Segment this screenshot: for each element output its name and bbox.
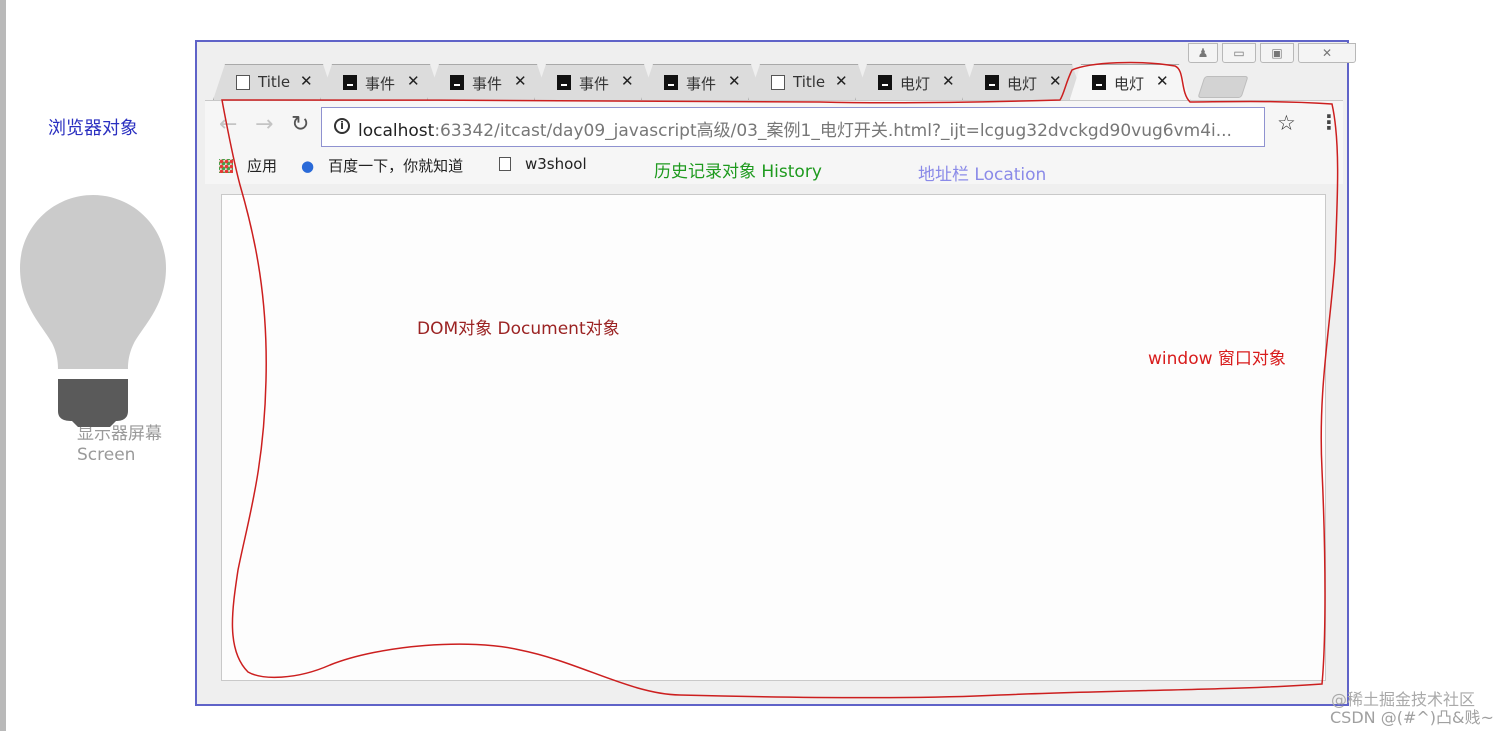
- address-bar[interactable]: i localhost:63342/itcast/day09_javascrip…: [321, 107, 1265, 147]
- bookmark-label: w3shool: [525, 155, 587, 173]
- bookmark-baidu[interactable]: ● 百度一下，你就知道: [301, 155, 463, 176]
- tab-close-icon[interactable]: ✕: [835, 72, 848, 90]
- user-icon: ♟: [1197, 46, 1209, 60]
- info-icon[interactable]: i: [334, 118, 350, 134]
- user-profile-button[interactable]: ♟: [1188, 43, 1218, 63]
- bookmark-label: 应用: [247, 157, 278, 175]
- forward-arrow-icon[interactable]: →: [255, 112, 273, 137]
- tab-7[interactable]: 电灯 ✕: [855, 64, 977, 100]
- tab-title: 事件: [365, 75, 396, 93]
- minimize-button[interactable]: ▭: [1222, 43, 1256, 63]
- intellij-icon: [664, 75, 678, 90]
- annotation-browser-object: 浏览器对象: [48, 118, 138, 139]
- tab-1[interactable]: Title ✕: [213, 64, 335, 100]
- intellij-icon: [878, 75, 892, 90]
- close-window-button[interactable]: ✕: [1298, 43, 1356, 63]
- paw-icon: ●: [301, 156, 315, 175]
- bookmark-w3shool[interactable]: w3shool: [499, 155, 587, 173]
- window-controls: ♟ ▭ ▣ ✕: [1184, 43, 1356, 63]
- annotation-window: window 窗口对象: [1148, 349, 1286, 369]
- tab-close-icon[interactable]: ✕: [621, 72, 634, 90]
- tab-close-icon[interactable]: ✕: [942, 72, 955, 90]
- tab-2[interactable]: 事件 ✕: [320, 64, 442, 100]
- annotation-history: 历史记录对象 History: [654, 162, 822, 182]
- intellij-icon: [1092, 75, 1106, 90]
- tab-title: 事件: [686, 75, 717, 93]
- bookmark-star-icon[interactable]: ☆: [1277, 111, 1296, 135]
- tab-close-icon[interactable]: ✕: [407, 72, 420, 90]
- tab-4[interactable]: 事件 ✕: [534, 64, 656, 100]
- bulb-base-shape: [58, 379, 128, 427]
- url-text[interactable]: localhost:63342/itcast/day09_javascript高…: [358, 116, 1258, 141]
- annotation-dom: DOM对象 Document对象: [417, 319, 620, 339]
- back-arrow-icon[interactable]: ←: [219, 112, 237, 137]
- apps-icon: [219, 158, 233, 173]
- menu-dots-icon[interactable]: ⋮: [1319, 110, 1339, 134]
- tab-8[interactable]: 电灯 ✕: [962, 64, 1084, 100]
- maximize-icon: ▣: [1271, 46, 1283, 60]
- tab-close-icon[interactable]: ✕: [1156, 72, 1169, 90]
- page-icon: [499, 157, 511, 171]
- annotation-screen-en: Screen: [77, 445, 136, 465]
- bookmark-label: 百度一下，你就知道: [328, 157, 464, 175]
- bulb-glass-shape: [20, 195, 166, 369]
- intellij-icon: [343, 75, 357, 90]
- tab-strip: Title ✕ 事件 ✕ 事件 ✕ 事件 ✕ 事件 ✕ Title ✕ 电灯 ✕…: [213, 64, 1249, 102]
- tab-title: 电灯: [1007, 75, 1038, 93]
- new-tab-button[interactable]: [1197, 76, 1249, 98]
- intellij-icon: [985, 75, 999, 90]
- tab-6[interactable]: Title ✕: [748, 64, 870, 100]
- left-page-edge: [0, 0, 6, 731]
- document-icon: [771, 75, 785, 90]
- tab-close-icon[interactable]: ✕: [1049, 72, 1062, 90]
- tab-close-icon[interactable]: ✕: [728, 72, 741, 90]
- page-content-area: [221, 194, 1326, 681]
- reload-icon[interactable]: ↻: [291, 112, 309, 137]
- intellij-icon: [557, 75, 571, 90]
- maximize-button[interactable]: ▣: [1260, 43, 1294, 63]
- browser-window: ♟ ▭ ▣ ✕ Title ✕ 事件 ✕ 事件 ✕ 事件 ✕ 事件 ✕ Titl…: [195, 40, 1356, 706]
- minimize-icon: ▭: [1233, 46, 1245, 60]
- tab-title: Title: [793, 73, 826, 91]
- bookmark-apps[interactable]: 应用: [219, 155, 277, 176]
- watermark-line2: CSDN @(#^)凸&贱~: [1330, 708, 1494, 727]
- tab-title: 事件: [472, 75, 503, 93]
- tab-close-icon[interactable]: ✕: [300, 72, 313, 90]
- tab-title: 电灯: [1114, 75, 1145, 93]
- url-host: localhost: [358, 121, 435, 141]
- annotation-location: 地址栏 Location: [918, 165, 1047, 185]
- tab-close-icon[interactable]: ✕: [514, 72, 527, 90]
- light-bulb-image[interactable]: [20, 193, 166, 433]
- tab-5[interactable]: 事件 ✕: [641, 64, 763, 100]
- tab-title: 电灯: [900, 75, 931, 93]
- close-icon: ✕: [1321, 46, 1333, 60]
- intellij-icon: [450, 75, 464, 90]
- tab-9-active[interactable]: 电灯 ✕: [1069, 64, 1191, 102]
- tab-title: 事件: [579, 75, 610, 93]
- tab-title: Title: [258, 73, 291, 91]
- url-path: :63342/itcast/day09_javascript高级/03_案例1_…: [434, 121, 1232, 141]
- tab-3[interactable]: 事件 ✕: [427, 64, 549, 100]
- document-icon: [236, 75, 250, 90]
